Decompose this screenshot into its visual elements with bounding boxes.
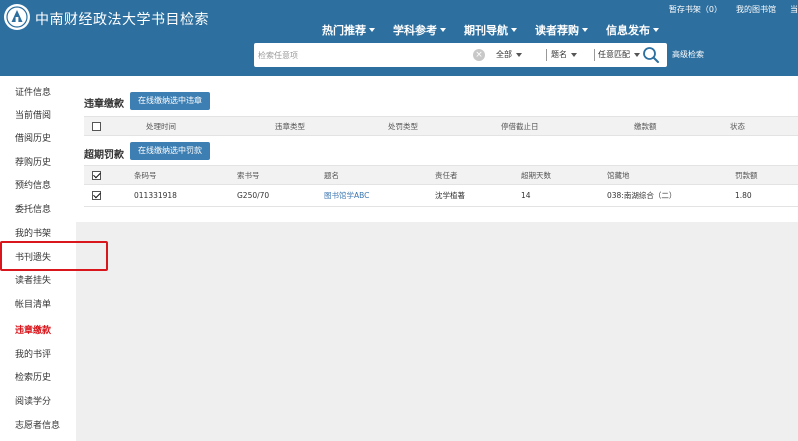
select-all-violations-checkbox[interactable]	[92, 121, 101, 131]
my-library-link[interactable]: 我的图书馆	[736, 4, 776, 15]
barcode-cell: 011331918	[134, 184, 237, 207]
divider	[546, 49, 547, 61]
column-header: 罚款额	[735, 165, 798, 185]
select-all-overdue-checkbox[interactable]	[92, 170, 101, 180]
search-input[interactable]	[258, 45, 458, 65]
sidebar-item-recommend-history[interactable]: 荐购历史	[0, 152, 76, 174]
table-header-row: 处理时间 违章类型 处罚类型 停借截止日 缴款额 状态	[84, 116, 798, 136]
overdue-table: 条码号 索书号 题名 责任者 超期天数 馆藏地 罚款额 011331918 G2…	[84, 165, 798, 207]
column-header: 馆藏地	[607, 165, 735, 185]
author-cell: 沈学植著	[435, 184, 521, 207]
sidebar-item-loan-history[interactable]: 借阅历史	[0, 128, 76, 150]
overdue-days-cell: 14	[521, 184, 607, 207]
column-header: 停借截止日	[501, 116, 634, 136]
main-content: 违章缴款 在线缴纳选中违章 处理时间 违章类型 处罚类型 停借截止日 缴款额 状…	[76, 76, 798, 222]
overdue-section-title: 超期罚款	[84, 150, 124, 161]
search-icon[interactable]	[642, 46, 660, 64]
pay-overdue-button[interactable]: 在线缴纳选中罚款	[130, 142, 210, 160]
location-cell: 038:南湖综合（二）	[607, 184, 735, 207]
column-header: 责任者	[435, 165, 521, 185]
sidebar-item-reservations[interactable]: 预约信息	[0, 175, 76, 197]
site-title: 中南财经政法大学书目检索	[35, 12, 209, 28]
advanced-search-link[interactable]: 高级检索	[672, 49, 704, 60]
temp-shelf-link[interactable]: 暂存书架（0）	[669, 4, 722, 15]
sidebar-item-volunteer-info[interactable]: 志愿者信息	[0, 415, 76, 437]
chevron-down-icon	[440, 28, 446, 32]
violation-section-title: 违章缴款	[84, 99, 124, 110]
nav-hot-recommend[interactable]: 热门推荐	[322, 22, 375, 38]
chevron-down-icon	[582, 28, 588, 32]
top-links: 暂存书架（0） 我的图书馆 当	[669, 4, 798, 15]
chevron-down-icon	[511, 28, 517, 32]
column-header: 索书号	[237, 165, 324, 185]
sidebar-item-account-list[interactable]: 帐目清单	[0, 294, 76, 316]
pay-violation-button[interactable]: 在线缴纳选中违章	[130, 92, 210, 110]
column-header: 处罚类型	[388, 116, 501, 136]
match-select[interactable]: 任意匹配	[598, 49, 640, 60]
sidebar: 证件信息 当前借阅 借阅历史 荐购历史 预约信息 委托信息 我的书架 书刊遗失 …	[0, 76, 76, 441]
sidebar-item-card-info[interactable]: 证件信息	[0, 82, 76, 104]
scope-select[interactable]: 全部	[496, 49, 522, 60]
sidebar-item-delegations[interactable]: 委托信息	[0, 199, 76, 221]
chevron-down-icon	[653, 28, 659, 32]
table-row: 011331918 G250/70 图书馆学ABC 沈学植著 14 038:南湖…	[84, 184, 798, 207]
row-checkbox[interactable]	[92, 191, 101, 201]
call-number-cell: G250/70	[237, 184, 324, 207]
search-bar: × 全部 题名 任意匹配	[254, 43, 667, 67]
sidebar-item-report-loss[interactable]: 读者挂失	[0, 270, 76, 292]
university-logo-icon	[4, 4, 30, 30]
column-header: 违章类型	[275, 116, 388, 136]
column-header: 缴款额	[634, 116, 730, 136]
sidebar-item-my-shelf[interactable]: 我的书架	[0, 223, 76, 245]
sidebar-item-violation-payment[interactable]: 违章缴款	[0, 320, 76, 342]
column-header: 状态	[730, 116, 798, 136]
field-select[interactable]: 题名	[551, 49, 577, 60]
column-header: 条码号	[134, 165, 237, 185]
nav-info-release[interactable]: 信息发布	[606, 22, 659, 38]
sidebar-item-my-reviews[interactable]: 我的书评	[0, 344, 76, 366]
fine-amount-cell: 1.80	[735, 184, 798, 207]
header: 中南财经政法大学书目检索 暂存书架（0） 我的图书馆 当 热门推荐 学科参考 期…	[0, 0, 798, 76]
nav-reader-recommend[interactable]: 读者荐购	[535, 22, 588, 38]
sidebar-item-lost-books[interactable]: 书刊遗失	[0, 247, 76, 269]
nav-journal-navigation[interactable]: 期刊导航	[464, 22, 517, 38]
chevron-down-icon	[571, 52, 577, 57]
table-header-row: 条码号 索书号 题名 责任者 超期天数 馆藏地 罚款额	[84, 165, 798, 185]
clear-icon[interactable]: ×	[473, 49, 485, 61]
chevron-down-icon	[516, 52, 522, 57]
chevron-down-icon	[634, 52, 640, 57]
sidebar-item-reading-credits[interactable]: 阅读学分	[0, 391, 76, 413]
nav-subject-reference[interactable]: 学科参考	[393, 22, 446, 38]
main-nav: 热门推荐 学科参考 期刊导航 读者荐购 信息发布	[322, 22, 659, 38]
column-header: 题名	[324, 165, 435, 185]
violation-table: 处理时间 违章类型 处罚类型 停借截止日 缴款额 状态	[84, 116, 798, 136]
chevron-down-icon	[369, 28, 375, 32]
sidebar-item-current-loans[interactable]: 当前借阅	[0, 105, 76, 127]
column-header: 超期天数	[521, 165, 607, 185]
divider	[594, 49, 595, 61]
column-header: 处理时间	[146, 116, 275, 136]
book-title-link[interactable]: 图书馆学ABC	[324, 191, 369, 200]
sidebar-item-search-history[interactable]: 检索历史	[0, 367, 76, 389]
top-link-truncated[interactable]: 当	[790, 4, 798, 15]
